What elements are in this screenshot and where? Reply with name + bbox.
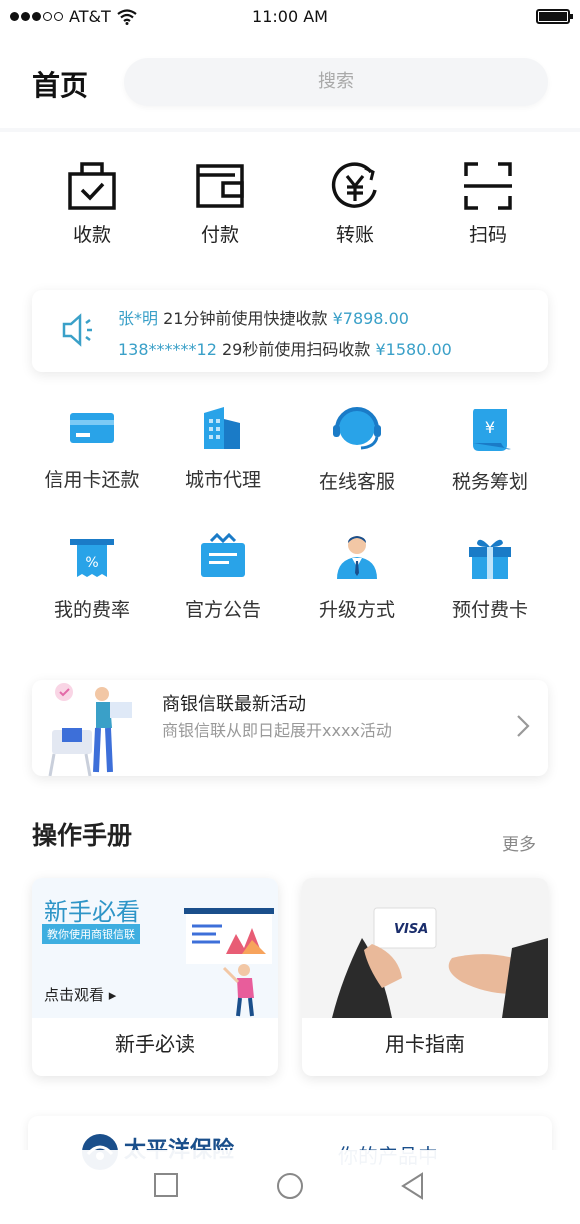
promo-card[interactable]: 商银信联最新活动 商银信联从即日起展开xxxx活动 <box>32 680 548 776</box>
service-city-agent[interactable]: 城市代理 <box>153 405 293 492</box>
system-nav-bar <box>0 1150 580 1224</box>
promo-illustration <box>48 683 132 776</box>
status-bar: AT&T 11:00 AM <box>0 0 580 34</box>
service-announcement[interactable]: 官方公告 <box>153 533 293 622</box>
quick-actions: 收款 付款 转账 扫码 <box>0 160 580 270</box>
quick-action-pay[interactable]: 付款 <box>160 160 280 247</box>
speaker-icon <box>62 313 92 347</box>
service-label: 升级方式 <box>318 599 395 621</box>
service-upgrade[interactable]: 升级方式 <box>287 533 427 622</box>
card-caption: 新手必读 <box>115 1032 195 1056</box>
chevron-right-icon <box>517 715 530 737</box>
yuan-transfer-icon <box>331 162 377 208</box>
rate-receipt-icon: % <box>70 539 114 577</box>
handing-card-illustration <box>302 878 548 1018</box>
notice-amount: ¥7898.00 <box>332 309 409 328</box>
scan-icon <box>464 162 512 210</box>
transaction-notice-card[interactable]: 张*明 21分钟前使用快捷收款 ¥7898.00 138******12 29秒… <box>32 290 548 372</box>
promo-description: 商银信联从即日起展开xxxx活动 <box>162 721 392 740</box>
banner-cta: 点击观看 ▸ <box>44 986 117 1004</box>
banner-title: 新手必看 <box>44 898 140 926</box>
service-label: 预付费卡 <box>451 599 528 621</box>
more-link[interactable]: 更多 <box>502 830 536 855</box>
service-label: 官方公告 <box>184 599 261 621</box>
status-time: 11:00 AM <box>252 7 328 26</box>
svg-text:¥: ¥ <box>485 418 495 437</box>
banner-subtitle: 教你使用商银信联 <box>42 924 140 944</box>
svg-text:%: % <box>85 555 98 571</box>
receive-bag-icon <box>68 162 116 210</box>
service-my-rate[interactable]: % 我的费率 <box>22 533 162 622</box>
announcement-box-icon <box>201 533 245 577</box>
battery-icon <box>536 9 573 24</box>
page-title: 首页 <box>32 69 89 102</box>
service-label: 我的费率 <box>53 599 130 621</box>
headset-icon <box>333 407 381 450</box>
quick-action-transfer[interactable]: 转账 <box>295 160 415 247</box>
header-divider <box>0 128 580 132</box>
card-guide-photo: VISA <box>302 878 548 1018</box>
notice-amount: ¥1580.00 <box>375 340 452 359</box>
service-label: 信用卡还款 <box>44 469 140 491</box>
service-credit-card-repay[interactable]: 信用卡还款 <box>22 405 162 492</box>
visa-brand-text: VISA <box>394 922 429 937</box>
section-title: 操作手册 <box>32 821 133 850</box>
notice-line: 张*明 21分钟前使用快捷收款 ¥7898.00 <box>118 305 409 329</box>
service-prepaid-card[interactable]: 预付费卡 <box>420 533 560 622</box>
notice-text: 21分钟前使用快捷收款 <box>163 309 328 328</box>
quick-action-receive[interactable]: 收款 <box>32 160 152 247</box>
businessman-icon <box>337 536 377 579</box>
service-tax-planning[interactable]: ¥ 税务筹划 <box>420 405 560 494</box>
home-circle-icon[interactable] <box>276 1172 304 1200</box>
recent-apps-icon[interactable] <box>153 1172 179 1198</box>
quick-action-scan[interactable]: 扫码 <box>428 160 548 247</box>
tax-scroll-icon: ¥ <box>473 409 511 451</box>
wallet-icon <box>196 164 244 208</box>
building-icon <box>204 407 240 449</box>
beginner-banner: 新手必看 教你使用商银信联 点击观看 ▸ <box>32 878 278 1018</box>
quick-action-label: 转账 <box>335 224 374 246</box>
manual-card-card-guide[interactable]: VISA 用卡指南 <box>302 878 548 1076</box>
service-label: 城市代理 <box>184 469 261 491</box>
search-input[interactable]: 搜索 <box>124 58 548 106</box>
notice-user: 138******12 <box>118 340 217 359</box>
promo-title: 商银信联最新活动 <box>162 694 306 715</box>
notice-text: 29秒前使用扫码收款 <box>222 340 371 359</box>
quick-action-label: 收款 <box>72 224 111 246</box>
gift-card-icon <box>469 539 511 579</box>
service-label: 税务筹划 <box>451 471 528 493</box>
notice-user: 张*明 <box>118 309 159 328</box>
header: 首页 搜索 <box>0 50 580 120</box>
service-label: 在线客服 <box>318 471 395 493</box>
presentation-illustration <box>184 908 274 1017</box>
credit-card-icon <box>70 413 114 443</box>
notice-line: 138******12 29秒前使用扫码收款 ¥1580.00 <box>118 336 452 360</box>
service-online-support[interactable]: 在线客服 <box>287 405 427 494</box>
card-caption: 用卡指南 <box>385 1032 465 1056</box>
quick-action-label: 扫码 <box>468 224 507 246</box>
back-triangle-icon[interactable] <box>400 1172 426 1200</box>
manual-card-beginner[interactable]: 新手必看 教你使用商银信联 点击观看 ▸ 新手必读 <box>32 878 278 1076</box>
quick-action-label: 付款 <box>200 224 239 246</box>
